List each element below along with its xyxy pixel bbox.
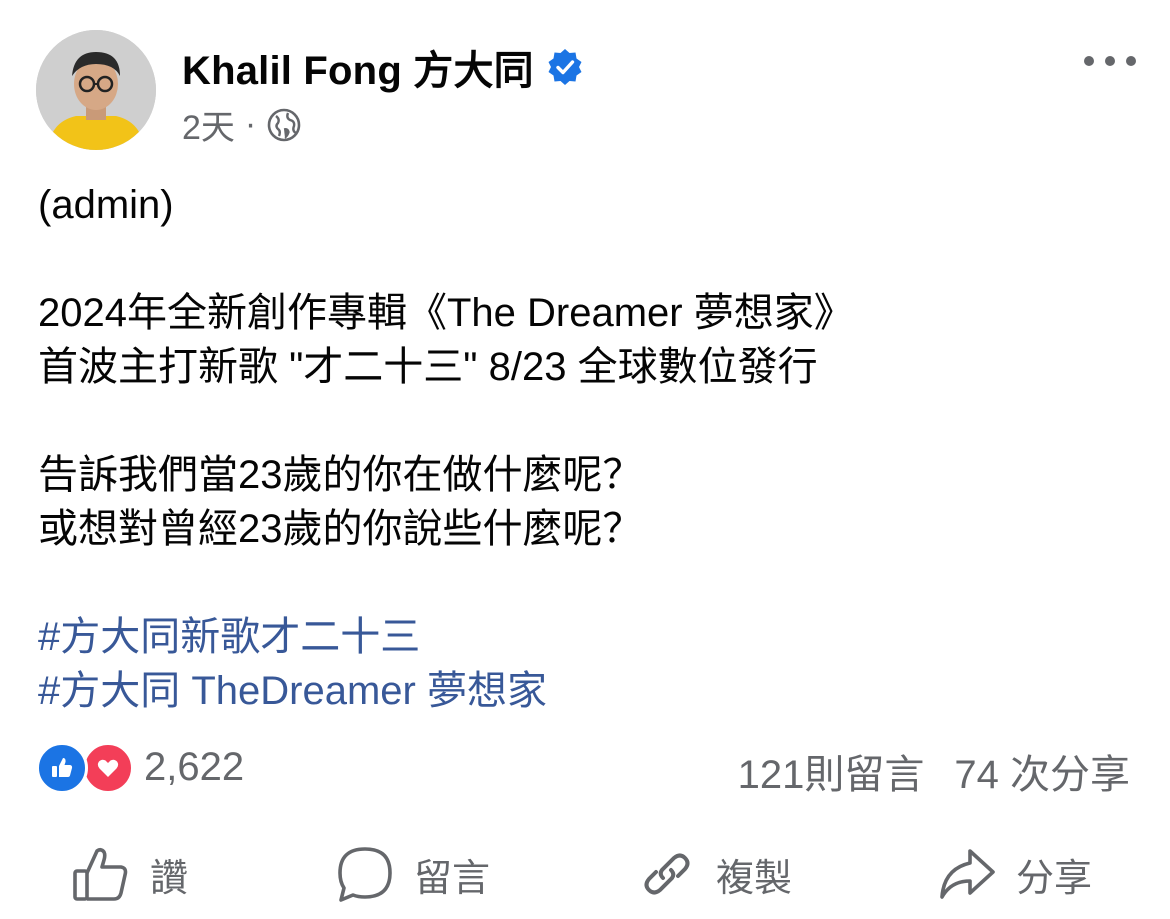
globe-icon [266,107,302,143]
post-body: (admin) 2024年全新創作專輯《The Dreamer 夢想家》 首波主… [38,178,854,718]
share-count[interactable]: 74 次分享 [954,742,1130,800]
copy-label: 複製 [716,857,793,900]
author-name[interactable]: Khalil Fong 方大同 [182,38,584,96]
hashtag-link[interactable]: #方大同 TheDreamer 夢想家 [38,664,854,718]
more-dot-icon [1105,56,1115,66]
post-line: 告訴我們當23歲的你在做什麼呢？ [38,453,643,497]
author-name-text[interactable]: Khalil Fong 方大同 [182,38,534,96]
more-dot-icon [1084,56,1094,66]
meta-separator: · [244,105,257,143]
comment-label: 留言 [414,857,491,900]
post-time[interactable]: 2天 [182,100,235,149]
love-reaction-icon [82,742,134,794]
hashtag-link[interactable]: #方大同新歌才二十三 [38,610,854,664]
comment-button[interactable]: 留言 [334,838,490,910]
post-line: (admin) [38,183,174,227]
copy-button[interactable]: 複製 [636,838,792,910]
avatar[interactable] [36,30,156,150]
post-meta: 2天 · [182,100,302,149]
more-dot-icon [1126,56,1136,66]
like-reaction-icon [36,742,88,794]
comment-bubble-icon [338,847,392,902]
share-arrow-icon [940,849,995,899]
like-button[interactable]: 讚 [70,838,188,910]
post-line: 2024年全新創作專輯《The Dreamer 夢想家》 [38,291,854,335]
comment-count[interactable]: 121則留言 [738,742,925,800]
more-options-button[interactable] [1084,48,1136,74]
post-line [38,556,854,610]
reaction-icons [36,742,136,794]
action-bar: 讚 留言 複製 分享 [0,838,1170,910]
facebook-post: Khalil Fong 方大同 2天 · (admin) 2024年全新創作專輯… [0,0,1170,919]
reactions-summary[interactable]: 2,622 [36,742,244,794]
like-label: 讚 [150,857,189,900]
verified-badge-icon [546,48,584,86]
link-icon [644,853,690,895]
post-line: 首波主打新歌 "才二十三" 8/23 全球數位發行 [38,345,818,389]
post-line [38,394,854,448]
share-label: 分享 [1016,857,1093,900]
post-line: 或想對曾經23歲的你說些什麼呢？ [38,507,643,551]
post-stats: 121則留言 74 次分享 [738,742,1130,800]
post-line [38,232,854,286]
share-button[interactable]: 分享 [936,838,1092,910]
reaction-count[interactable]: 2,622 [144,745,244,790]
thumbs-up-icon [73,847,128,901]
